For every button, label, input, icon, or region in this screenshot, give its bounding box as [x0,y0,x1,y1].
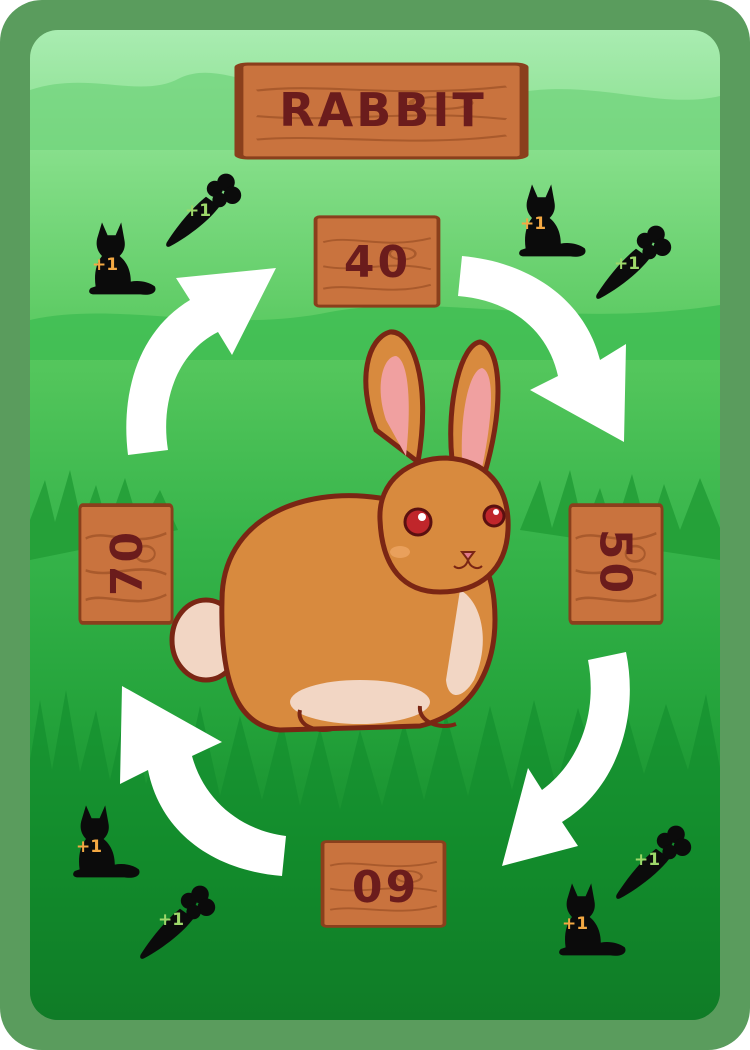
carrot-bonus-label: +1 [158,910,185,930]
game-card[interactable]: RABBIT 40 50 60 70 +1 +1 +1 +1 +1 +1 +1 … [0,0,750,1050]
rabbit-illustration [169,329,511,733]
right-value: 50 [589,528,641,597]
top-value: 40 [343,237,412,288]
carrot-bonus-label: +1 [614,254,641,274]
fox-bonus-label: +1 [92,255,119,275]
fox-bonus-label: +1 [520,214,547,234]
fox-bonus-label: +1 [76,837,103,857]
carrot-bonus-label: +1 [634,850,661,870]
fox-bonus-label: +1 [562,914,589,934]
curved-arrow-icon [126,268,276,455]
bottom-value: 60 [348,859,417,911]
carrot-bonus-label: +1 [185,201,212,221]
left-value: 70 [102,528,153,597]
card-title: RABBIT [279,83,487,137]
